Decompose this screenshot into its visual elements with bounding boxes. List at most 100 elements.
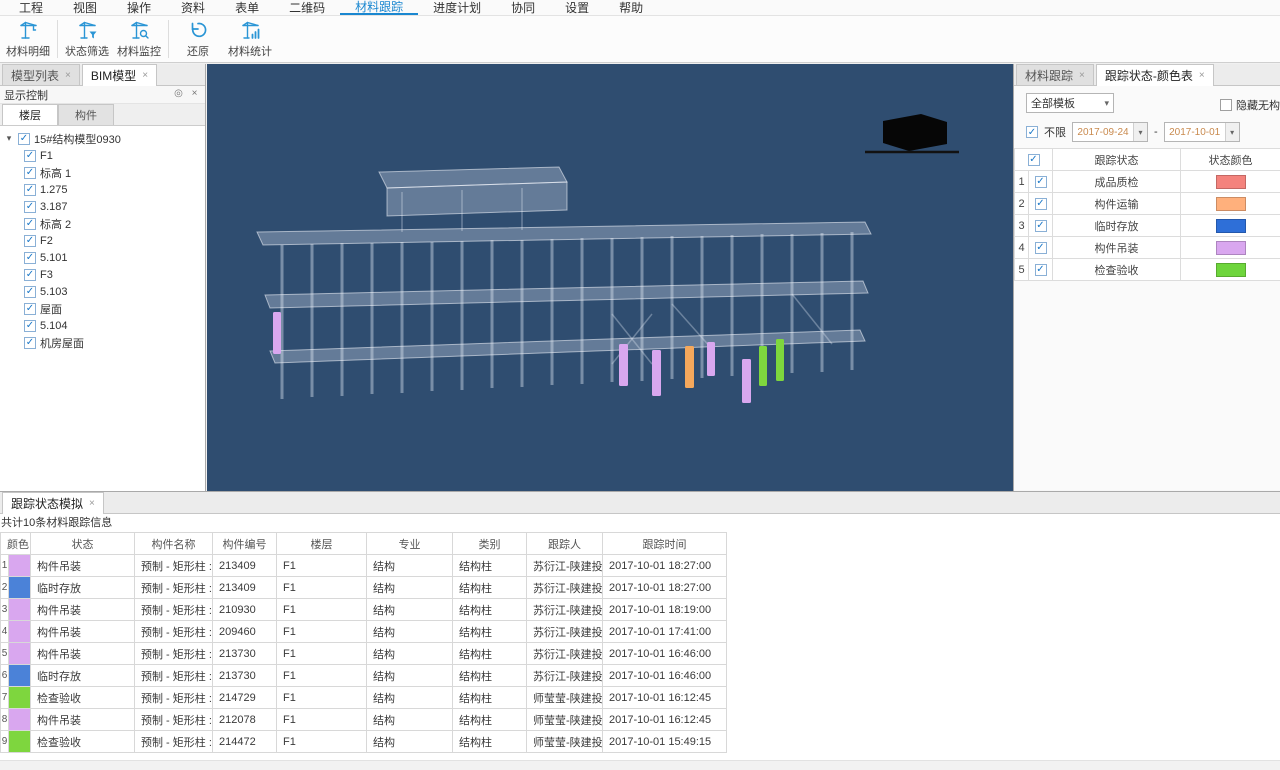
checkbox-checked[interactable]: ✓ (1035, 264, 1047, 276)
tree-item[interactable]: ✓ 5.104 (4, 317, 205, 334)
caret-down-icon[interactable]: ▾ (4, 133, 14, 144)
checkbox-unchecked[interactable]: ✓ (1220, 99, 1232, 111)
tree-item[interactable]: ✓ 3.187 (4, 198, 205, 215)
tab-model-list[interactable]: 模型列表 × (2, 64, 80, 85)
tracking-record-row[interactable]: 8 构件吊装 预制 - 矩形柱 :... 212078 F1 结构 结构柱 师莹… (1, 709, 727, 731)
tracking-record-row[interactable]: 5 构件吊装 预制 - 矩形柱 :... 213730 F1 结构 结构柱 苏衍… (1, 643, 727, 665)
subtab-components[interactable]: 构件 (58, 104, 114, 125)
chevron-down-icon[interactable]: ▾ (1133, 123, 1147, 141)
checkbox-checked[interactable]: ✓ (24, 150, 36, 162)
checkbox-checked[interactable]: ✓ (24, 303, 36, 315)
tracking-record-row[interactable]: 6 临时存放 预制 - 矩形柱 :... 213730 F1 结构 结构柱 苏衍… (1, 665, 727, 687)
close-icon[interactable]: × (1079, 70, 1085, 81)
component-code-cell: 214729 (213, 687, 277, 709)
horizontal-scrollbar[interactable] (0, 760, 1280, 770)
component-name-cell: 预制 - 矩形柱 :... (135, 643, 213, 665)
tree-item[interactable]: ✓ 5.103 (4, 283, 205, 300)
checkbox-checked[interactable]: ✓ (1035, 176, 1047, 188)
color-swatch[interactable] (1216, 175, 1246, 189)
checkbox-checked[interactable]: ✓ (1026, 126, 1038, 138)
status-name: 构件吊装 (1053, 237, 1181, 259)
tab-tracking-status-colors[interactable]: 跟踪状态-颜色表 × (1096, 64, 1214, 85)
subtab-floors[interactable]: 楼层 (2, 104, 58, 125)
date-from-picker[interactable]: 2017-09-24 ▾ (1072, 122, 1148, 142)
close-icon[interactable]: × (188, 88, 201, 101)
menu-item[interactable]: 协同 (496, 0, 550, 15)
tracking-record-row[interactable]: 7 检查验收 预制 - 矩形柱 :... 214729 F1 结构 结构柱 师莹… (1, 687, 727, 709)
tracking-record-row[interactable]: 4 构件吊装 预制 - 矩形柱 :... 209460 F1 结构 结构柱 苏衍… (1, 621, 727, 643)
component-name-cell: 预制 - 矩形柱 :... (135, 621, 213, 643)
checkbox-checked[interactable]: ✓ (1035, 220, 1047, 232)
tree-root[interactable]: ▾ ✓ 15#结构模型0930 (4, 130, 205, 147)
status-filter-button[interactable]: 状态筛选 (61, 17, 113, 61)
status-color-row[interactable]: 4 ✓ 构件吊装 (1015, 237, 1280, 259)
float-icon[interactable]: ◎ (172, 88, 185, 101)
3d-viewport[interactable] (207, 64, 1013, 491)
color-swatch[interactable] (1216, 241, 1246, 255)
select-all-checkbox[interactable]: ✓ (1028, 154, 1040, 166)
tree-item[interactable]: ✓ F2 (4, 232, 205, 249)
menu-item[interactable]: 设置 (550, 0, 604, 15)
menu-item[interactable]: 视图 (58, 0, 112, 15)
tracker-cell: 苏衍江-陕建投资 (527, 555, 603, 577)
material-statistics-button[interactable]: 材料统计 (224, 17, 276, 61)
checkbox-checked[interactable]: ✓ (24, 167, 36, 179)
close-icon[interactable]: × (89, 498, 95, 509)
tree-item[interactable]: ✓ 1.275 (4, 181, 205, 198)
tracking-record-row[interactable]: 1 构件吊装 预制 - 矩形柱 :... 213409 F1 结构 结构柱 苏衍… (1, 555, 727, 577)
template-select[interactable]: 全部模板 ▾ (1026, 93, 1114, 113)
chevron-down-icon[interactable]: ▾ (1225, 123, 1239, 141)
checkbox-checked[interactable]: ✓ (24, 184, 36, 196)
color-swatch[interactable] (1216, 219, 1246, 233)
restore-button[interactable]: 还原 (172, 17, 224, 61)
close-icon[interactable]: × (65, 70, 71, 81)
checkbox-checked[interactable]: ✓ (1035, 198, 1047, 210)
checkbox-checked[interactable]: ✓ (24, 252, 36, 264)
tree-item[interactable]: ✓ 5.101 (4, 249, 205, 266)
tracking-record-row[interactable]: 9 检查验收 预制 - 矩形柱 :... 214472 F1 结构 结构柱 师莹… (1, 731, 727, 753)
tree-item[interactable]: ✓ 机房屋面 (4, 334, 205, 351)
date-to-picker[interactable]: 2017-10-01 ▾ (1164, 122, 1240, 142)
checkbox-checked[interactable]: ✓ (24, 286, 36, 298)
tree-item[interactable]: ✓ F1 (4, 147, 205, 164)
close-icon[interactable]: × (1199, 70, 1205, 81)
menu-item[interactable]: 资料 (166, 0, 220, 15)
menu-item[interactable]: 帮助 (604, 0, 658, 15)
color-swatch[interactable] (1216, 263, 1246, 277)
tree-item[interactable]: ✓ 屋面 (4, 300, 205, 317)
material-detail-button[interactable]: 材料明细 (2, 17, 54, 61)
status-color-row[interactable]: 5 ✓ 检查验收 (1015, 259, 1280, 281)
checkbox-checked[interactable]: ✓ (24, 201, 36, 213)
color-swatch[interactable] (1216, 197, 1246, 211)
material-monitor-button[interactable]: 材料监控 (113, 17, 165, 61)
checkbox-checked[interactable]: ✓ (1035, 242, 1047, 254)
status-color-row[interactable]: 3 ✓ 临时存放 (1015, 215, 1280, 237)
menu-item[interactable]: 二维码 (274, 0, 340, 15)
tracking-record-row[interactable]: 3 构件吊装 预制 - 矩形柱 :... 210930 F1 结构 结构柱 苏衍… (1, 599, 727, 621)
tree-item[interactable]: ✓ 标高 1 (4, 164, 205, 181)
tree-item[interactable]: ✓ 标高 2 (4, 215, 205, 232)
tab-material-tracking[interactable]: 材料跟踪 × (1016, 64, 1094, 85)
checkbox-checked[interactable]: ✓ (18, 133, 30, 145)
tab-bim-model[interactable]: BIM模型 × (82, 64, 157, 85)
view-cube[interactable] (865, 114, 959, 152)
checkbox-checked[interactable]: ✓ (24, 269, 36, 281)
hide-empty-checkbox-row: ✓ 隐藏无构件的 (1220, 97, 1280, 113)
close-icon[interactable]: × (142, 70, 148, 81)
checkbox-checked[interactable]: ✓ (24, 337, 36, 349)
tracking-record-row[interactable]: 2 临时存放 预制 - 矩形柱 :... 213409 F1 结构 结构柱 苏衍… (1, 577, 727, 599)
tab-tracking-status-simulation[interactable]: 跟踪状态模拟 × (2, 492, 104, 513)
menu-item[interactable]: 进度计划 (418, 0, 496, 15)
status-color-cell (1181, 215, 1280, 237)
left-subtabs: 楼层 构件 (0, 104, 205, 126)
menu-item[interactable]: 表单 (220, 0, 274, 15)
checkbox-checked[interactable]: ✓ (24, 320, 36, 332)
checkbox-checked[interactable]: ✓ (24, 218, 36, 230)
menu-item[interactable]: 工程 (4, 0, 58, 15)
checkbox-checked[interactable]: ✓ (24, 235, 36, 247)
tree-item[interactable]: ✓ F3 (4, 266, 205, 283)
menu-item[interactable]: 材料跟踪 (340, 0, 418, 15)
status-color-row[interactable]: 2 ✓ 构件运输 (1015, 193, 1280, 215)
status-color-row[interactable]: 1 ✓ 成品质检 (1015, 171, 1280, 193)
menu-item[interactable]: 操作 (112, 0, 166, 15)
